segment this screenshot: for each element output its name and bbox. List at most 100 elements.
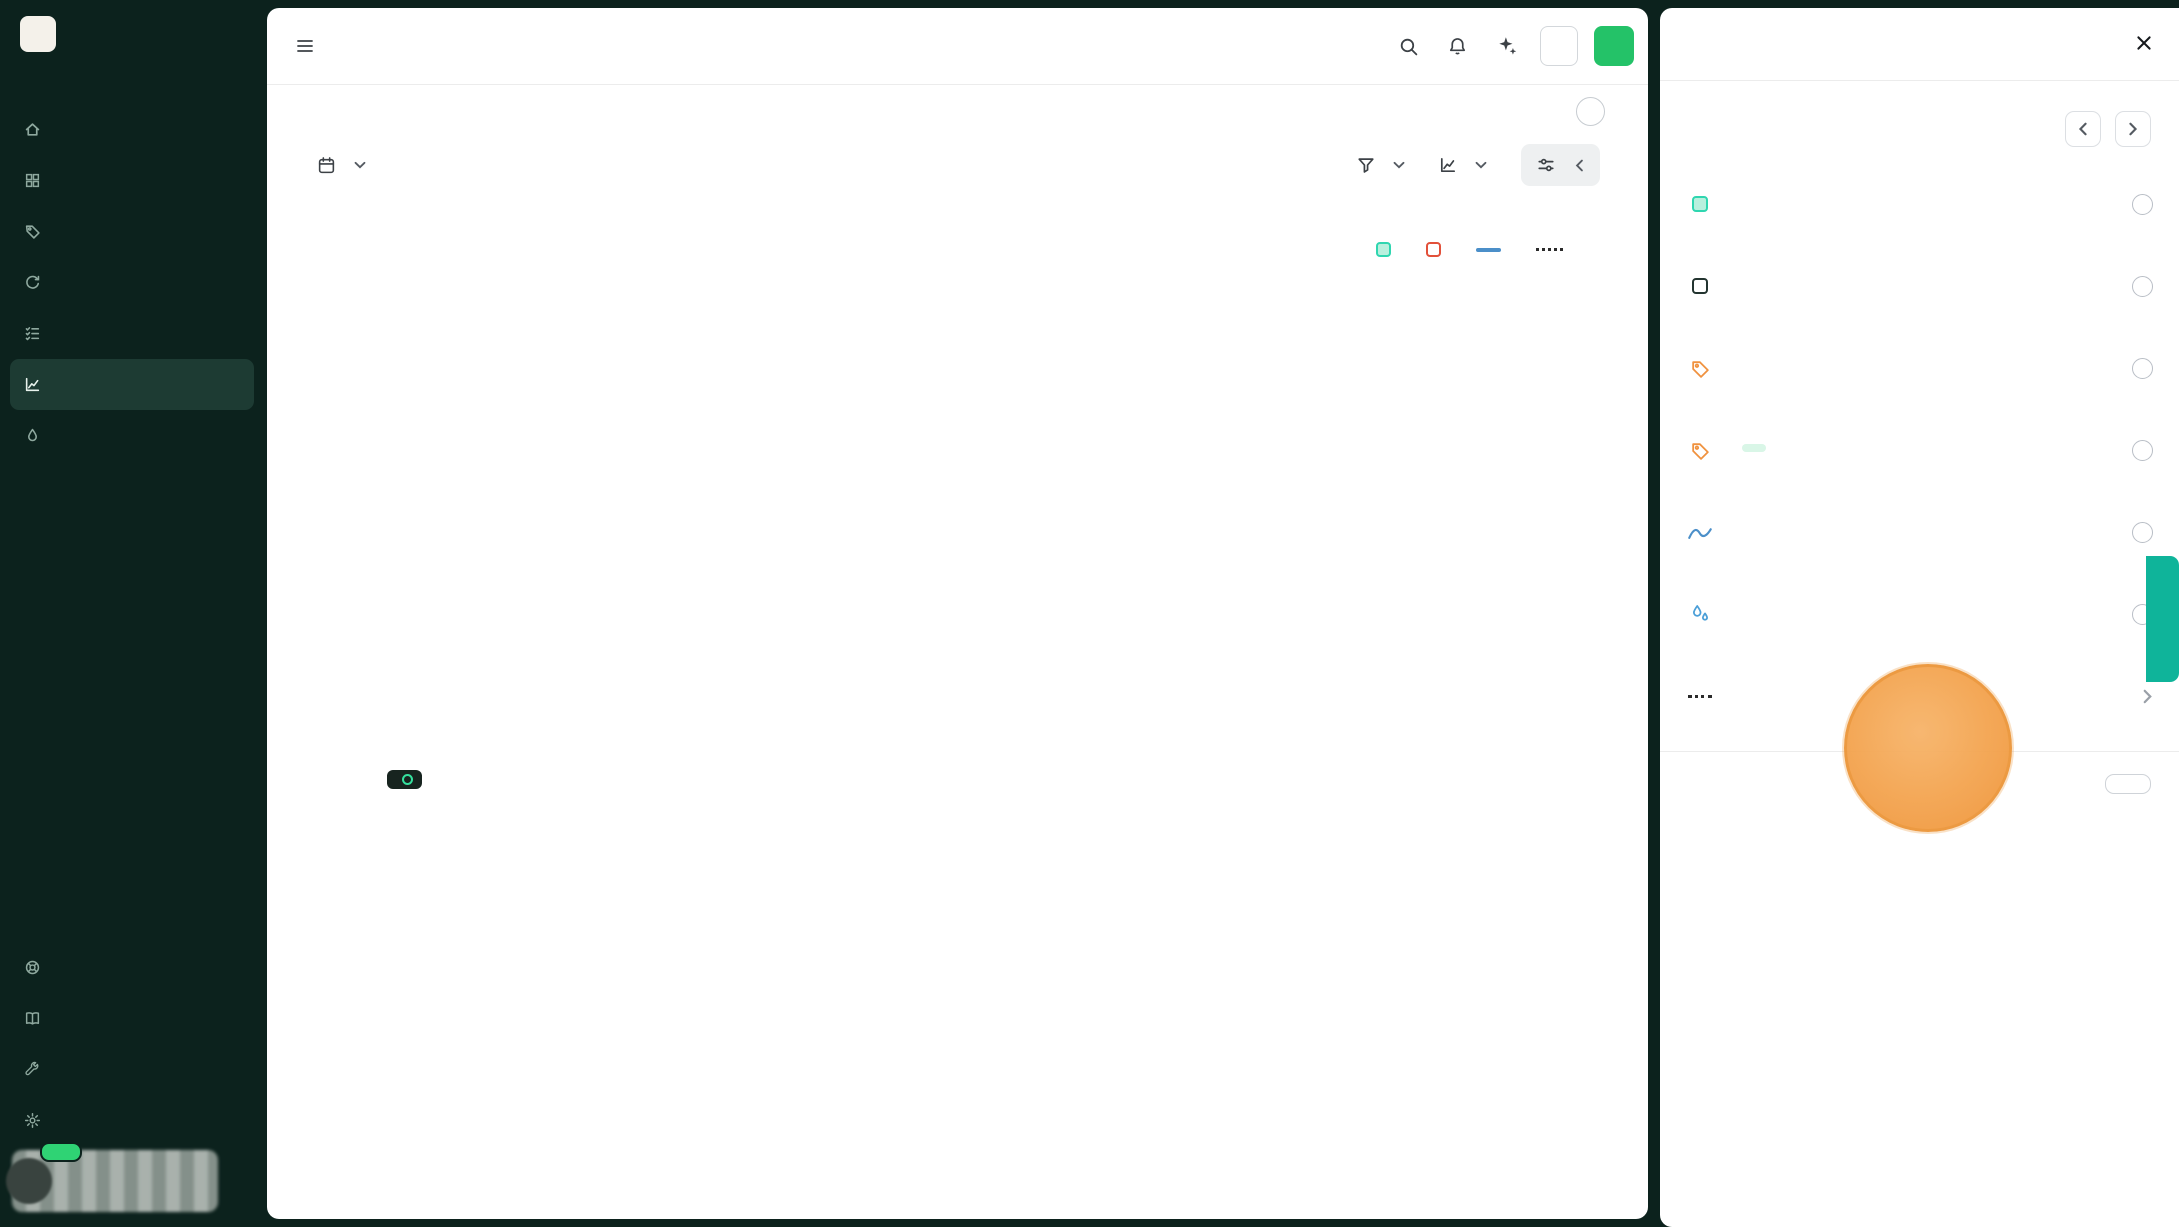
chevron-left-icon — [1575, 159, 1584, 172]
notifications-bell-icon[interactable] — [1441, 30, 1474, 63]
sidebar — [0, 0, 264, 1227]
metric-row-graze-pressure — [1660, 163, 2179, 245]
calendar-icon — [317, 156, 336, 175]
chevron-left-icon — [2078, 122, 2088, 136]
tools-icon — [24, 1061, 41, 1078]
avatar — [6, 1158, 52, 1204]
metric-row-rolling-rainfall — [1660, 491, 2179, 573]
metric-row-total-demand — [1660, 327, 2179, 409]
info-icon[interactable] — [2132, 522, 2153, 543]
panel-header — [1660, 8, 2179, 81]
metric-text — [1730, 612, 2116, 616]
sidebar-item-livestock[interactable] — [10, 206, 254, 257]
search-icon[interactable] — [1392, 30, 1425, 63]
legend-item-benchmark[interactable] — [1536, 248, 1572, 251]
metric-row-demand-change — [1660, 409, 2179, 491]
feedback-tab[interactable] — [2146, 556, 2179, 682]
droplets-icon — [1686, 604, 1714, 624]
click-highlight-circle — [1844, 664, 2012, 832]
close-icon[interactable] — [2131, 30, 2157, 56]
sidebar-item-rainfall[interactable] — [10, 410, 254, 461]
overstock-risk-swatch-icon — [1426, 242, 1441, 257]
graze-planner-icon — [24, 274, 41, 291]
support-icon — [24, 959, 41, 976]
user-profile[interactable] — [12, 1150, 218, 1212]
sidebar-footer — [10, 942, 254, 1146]
metric-text — [1730, 284, 2116, 288]
filter-funnel-icon — [1357, 156, 1375, 174]
metric-chart-icon — [1439, 156, 1457, 174]
hamburger-menu-icon[interactable] — [289, 30, 321, 62]
sidebar-item-graze-planner[interactable] — [10, 257, 254, 308]
main-panel — [267, 8, 1648, 1219]
metrics-list — [1660, 163, 2179, 737]
add-new-button[interactable] — [1594, 26, 1634, 66]
sidebar-item-overview[interactable] — [10, 104, 254, 155]
farm-dropdown[interactable] — [1357, 156, 1405, 174]
rainfall-line-icon — [1476, 248, 1501, 252]
settings-icon — [24, 1112, 41, 1129]
next-month-button[interactable] — [2115, 111, 2151, 147]
forecasting-chart-icon — [24, 376, 41, 393]
info-icon[interactable] — [2132, 358, 2153, 379]
legend-item-overstock-risk[interactable] — [1426, 242, 1450, 257]
tag-icon — [1686, 358, 1714, 379]
filters-row — [267, 144, 1648, 186]
legend-item-rolling-rainfall[interactable] — [1476, 248, 1510, 252]
info-icon[interactable] — [2132, 276, 2153, 297]
month-nav — [2065, 111, 2151, 147]
chart-legend — [1376, 242, 1572, 257]
prev-month-button[interactable] — [2065, 111, 2101, 147]
panel-month-header — [1660, 81, 2179, 155]
sidebar-item-support[interactable] — [10, 942, 254, 993]
tag-icon — [1686, 440, 1714, 461]
chevron-down-icon — [1393, 161, 1405, 169]
chevron-right-icon — [2128, 122, 2138, 136]
page-header — [267, 85, 1648, 126]
sidebar-item-paddocks[interactable] — [10, 155, 254, 206]
metric-text — [1730, 366, 2116, 370]
sidebar-item-tasks[interactable] — [10, 308, 254, 359]
help-icon[interactable] — [1576, 97, 1605, 126]
topbar — [267, 8, 1648, 85]
status-pill — [40, 1142, 82, 1162]
sidebar-nav — [0, 104, 264, 461]
add-note-button[interactable] — [2105, 774, 2151, 794]
chevron-right-icon[interactable] — [2142, 689, 2153, 704]
chevron-down-icon — [1475, 161, 1487, 169]
info-icon[interactable] — [2132, 194, 2153, 215]
sidebar-item-settings[interactable] — [10, 1095, 254, 1146]
sliders-icon — [1537, 156, 1555, 174]
chart-subheader — [345, 242, 1572, 257]
ai-sparkles-icon[interactable] — [1490, 29, 1524, 63]
upgrade-to-pro-button[interactable] — [1540, 26, 1578, 66]
info-icon[interactable] — [2132, 440, 2153, 461]
home-icon — [24, 121, 41, 138]
benchmark-dotted-icon — [1536, 248, 1563, 251]
farm-logo — [20, 16, 56, 52]
sidebar-item-learning[interactable] — [10, 993, 254, 1044]
overstock-swatch-icon — [1686, 278, 1714, 294]
paddocks-icon — [24, 172, 41, 189]
chevron-down-icon — [354, 161, 366, 169]
sidebar-item-forecasting[interactable] — [10, 359, 254, 410]
filters-right — [1357, 144, 1600, 186]
period-dropdown[interactable] — [317, 156, 366, 175]
farm-header[interactable] — [0, 0, 264, 52]
change-badge — [1742, 444, 1766, 452]
learning-icon — [24, 1010, 41, 1027]
bcc-badge-icon — [402, 774, 413, 785]
graze-pressure-swatch-icon — [1376, 242, 1391, 257]
scenarios-button[interactable] — [1521, 144, 1600, 186]
bcc-badge[interactable] — [387, 770, 422, 789]
metric-dropdown[interactable] — [1439, 156, 1487, 174]
metric-row-long-term-avg — [1660, 573, 2179, 655]
detail-panel — [1660, 8, 2179, 1227]
metric-row-overstock-risk — [1660, 245, 2179, 327]
rainfall-curve-icon — [1686, 525, 1714, 540]
legend-item-graze-pressure[interactable] — [1376, 242, 1400, 257]
metric-text — [1730, 530, 2116, 534]
sidebar-item-tools[interactable] — [10, 1044, 254, 1095]
tasks-icon — [24, 325, 41, 342]
metric-text — [1730, 444, 2116, 456]
